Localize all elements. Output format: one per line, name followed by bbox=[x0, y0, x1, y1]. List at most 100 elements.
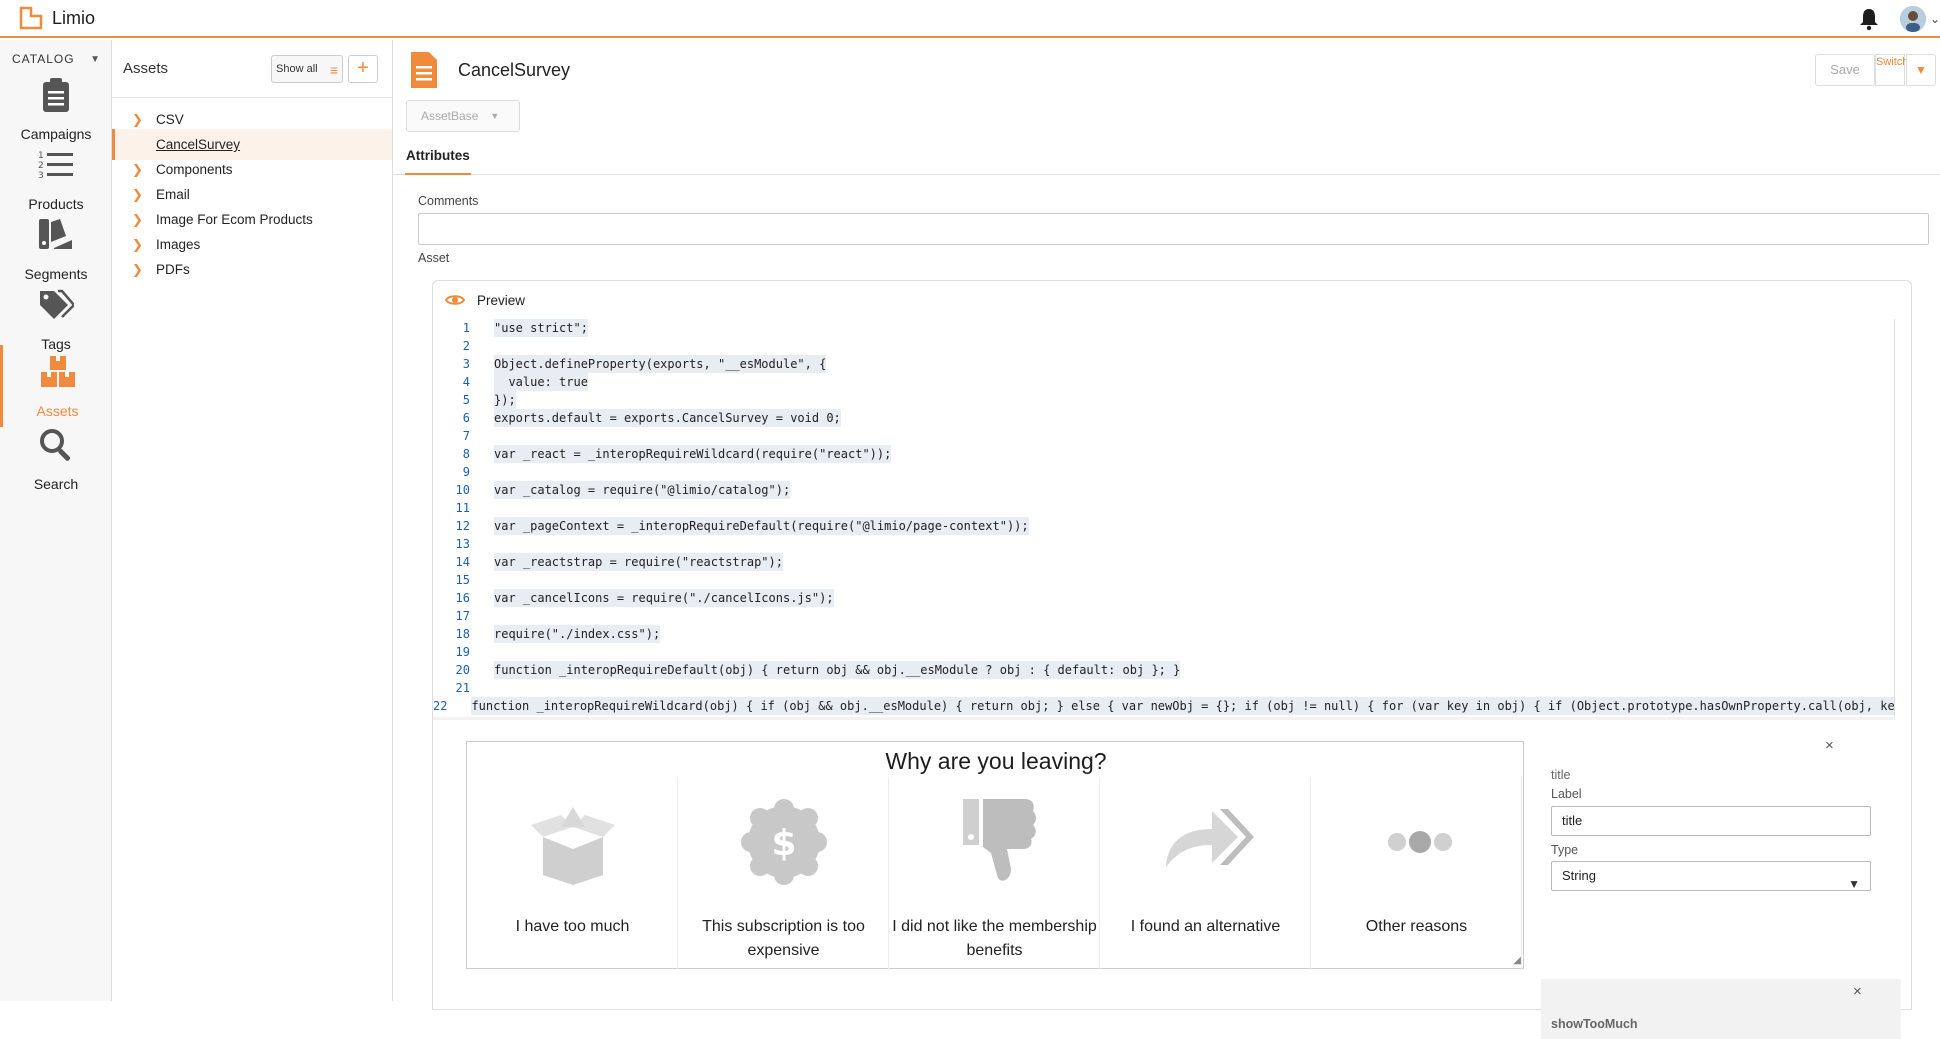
survey-option[interactable]: I found an alternative bbox=[1100, 777, 1311, 970]
code-line[interactable]: 12 var _pageContext = _interopRequireDefa… bbox=[433, 517, 1894, 535]
code-text: value: true bbox=[494, 373, 588, 391]
survey-title: Why are you leaving? bbox=[885, 748, 1107, 774]
code-line[interactable]: 9 bbox=[433, 463, 1894, 481]
line-number: 22 bbox=[433, 699, 448, 713]
code-text: "use strict"; bbox=[494, 319, 588, 337]
close-icon[interactable]: × bbox=[1825, 737, 1834, 754]
field-name: title bbox=[1551, 768, 1571, 782]
code-line[interactable]: 4 value: true bbox=[433, 373, 1894, 391]
label-input[interactable]: title bbox=[1551, 806, 1871, 836]
type-value: String bbox=[1562, 868, 1596, 883]
code-line[interactable]: 15 bbox=[433, 571, 1894, 589]
code-line[interactable]: 18 require("./index.css"); bbox=[433, 625, 1894, 643]
tree-item-pdfs[interactable]: ❯ PDFs bbox=[112, 254, 392, 285]
avatar[interactable] bbox=[1899, 6, 1926, 32]
code-line[interactable]: 19 bbox=[433, 643, 1894, 661]
line-number: 11 bbox=[455, 501, 470, 515]
user-avatar-icon bbox=[1899, 6, 1926, 32]
chevron-right-icon[interactable]: ❯ bbox=[132, 112, 144, 128]
survey-option-text: Other reasons bbox=[1365, 918, 1468, 935]
code-line[interactable]: 5}); bbox=[433, 391, 1894, 409]
line-number: 12 bbox=[455, 519, 470, 533]
code-line[interactable]: 13 bbox=[433, 535, 1894, 553]
close-icon[interactable]: × bbox=[1853, 983, 1862, 1000]
code-line[interactable]: 17 bbox=[433, 607, 1894, 625]
tags-icon bbox=[37, 286, 75, 324]
code-editor[interactable]: 1 "use strict"; 2 3 Object.defineProperty(ex… bbox=[433, 319, 1895, 718]
code-line[interactable]: 20 function _interopRequireDefault(obj) {… bbox=[433, 661, 1894, 679]
chevron-down-icon[interactable]: ⌄ bbox=[1930, 12, 1940, 26]
code-line[interactable]: 14 var _reactstrap = require("reactstrap"… bbox=[433, 553, 1894, 571]
chevron-right-icon[interactable]: ❯ bbox=[132, 162, 144, 178]
code-line[interactable]: 21 bbox=[433, 679, 1894, 697]
code-line[interactable]: 7 bbox=[433, 427, 1894, 445]
asset-base-select[interactable]: AssetBase ▼ bbox=[406, 100, 520, 132]
code-line[interactable]: 6 exports.default = exports.CancelSurvey … bbox=[433, 409, 1894, 427]
bell-icon[interactable] bbox=[1858, 7, 1880, 31]
survey-option[interactable]: $ This subscription is too expensive bbox=[678, 777, 889, 970]
line-number: 9 bbox=[462, 465, 470, 479]
preview-label: Preview bbox=[477, 292, 526, 308]
code-text: var _catalog = require("@limio/catalog")… bbox=[494, 481, 791, 499]
survey-option[interactable]: Other reasons bbox=[1311, 777, 1522, 970]
line-number: 16 bbox=[455, 591, 470, 605]
caret-down-icon: ▼ bbox=[90, 53, 101, 65]
code-text: var _reactstrap = require("reactstrap"); bbox=[494, 553, 783, 571]
line-number: 4 bbox=[462, 375, 470, 389]
tree-item-label: CSV bbox=[156, 112, 184, 127]
code-line[interactable]: 10 var _catalog = require("@limio/catalog… bbox=[433, 481, 1894, 499]
limio-logo-icon bbox=[19, 6, 43, 30]
assets-boxes-icon bbox=[39, 353, 77, 391]
preview-header[interactable]: Preview bbox=[433, 281, 1911, 319]
survey-option-text: This subscription is too expensive bbox=[702, 918, 865, 959]
line-number: 15 bbox=[455, 573, 470, 587]
tree-item-label: Email bbox=[156, 187, 190, 202]
code-line[interactable]: 11 bbox=[433, 499, 1894, 517]
line-number: 6 bbox=[462, 411, 470, 425]
save-options-dropdown[interactable]: ▼ bbox=[1906, 54, 1936, 86]
code-line[interactable]: 22 function _interopRequireWildcard(obj) … bbox=[433, 697, 1894, 715]
survey-option[interactable]: I have too much bbox=[467, 777, 678, 970]
catalog-dropdown[interactable]: CATALOG ▼ bbox=[0, 40, 111, 66]
chevron-right-icon[interactable]: ❯ bbox=[132, 212, 144, 228]
switch-view-button[interactable]: Switch View bbox=[1875, 54, 1935, 86]
code-line[interactable]: 1 "use strict"; bbox=[433, 319, 1894, 337]
tab-attributes[interactable]: Attributes bbox=[405, 140, 471, 175]
comments-label: Comments bbox=[418, 194, 479, 208]
survey-option-text: I did not like the membership benefits bbox=[892, 918, 1097, 959]
line-number: 14 bbox=[455, 555, 470, 569]
code-editor-divider bbox=[433, 717, 1895, 720]
tree-item-label: Image For Ecom Products bbox=[156, 212, 313, 227]
survey-option[interactable]: I did not like the membership benefits bbox=[889, 777, 1100, 970]
svg-text:$: $ bbox=[771, 823, 796, 864]
code-line[interactable]: 16 var _cancelIcons = require("./cancelIc… bbox=[433, 589, 1894, 607]
caret-down-icon: ▼ bbox=[1915, 63, 1927, 77]
chevron-right-icon[interactable]: ❯ bbox=[132, 262, 144, 278]
show-all-button[interactable]: Show all ≡ bbox=[271, 55, 343, 83]
app-logo[interactable]: Limio bbox=[18, 5, 95, 31]
chevron-right-icon[interactable]: ❯ bbox=[132, 187, 144, 203]
comments-input[interactable] bbox=[418, 213, 1929, 245]
rail-item-label: Assets bbox=[36, 403, 79, 419]
rail-item-label: Search bbox=[33, 476, 79, 492]
code-line[interactable]: 8 var _react = _interopRequireWildcard(re… bbox=[433, 445, 1894, 463]
line-number: 5 bbox=[462, 393, 470, 407]
rail-item-assets[interactable]: Assets bbox=[0, 345, 112, 427]
eye-icon bbox=[445, 295, 465, 305]
line-number: 3 bbox=[462, 357, 470, 371]
save-button[interactable]: Save bbox=[1815, 54, 1875, 86]
chevron-right-icon[interactable]: ❯ bbox=[132, 237, 144, 253]
rail-item-search[interactable]: Search bbox=[0, 418, 112, 500]
type-select[interactable]: String ▼ bbox=[1551, 861, 1871, 891]
tab-bar: Attributes bbox=[393, 140, 1940, 175]
app-name: Limio bbox=[52, 7, 96, 28]
line-number: 19 bbox=[455, 645, 470, 659]
line-number: 1 bbox=[462, 321, 470, 335]
tree-title: Assets bbox=[123, 60, 169, 77]
code-line[interactable]: 3 Object.defineProperty(exports, "__esMod… bbox=[433, 355, 1894, 373]
thumbs-down-icon bbox=[963, 799, 1036, 881]
code-line[interactable]: 2 bbox=[433, 337, 1894, 355]
resize-handle-icon[interactable]: ◢ bbox=[1513, 955, 1521, 966]
svg-text:2: 2 bbox=[38, 161, 44, 171]
add-asset-button[interactable]: + bbox=[348, 55, 378, 83]
